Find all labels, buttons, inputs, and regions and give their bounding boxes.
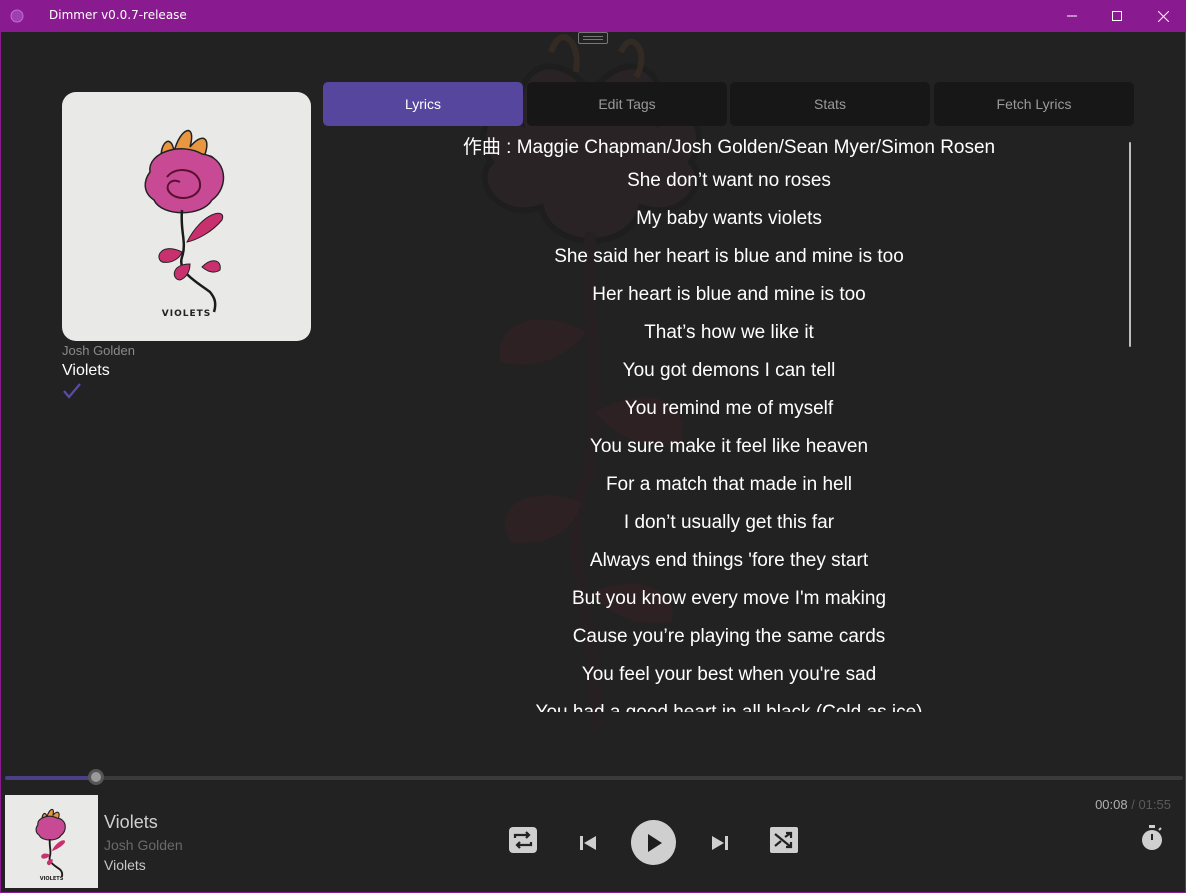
close-button[interactable] bbox=[1140, 0, 1186, 32]
time-display: 00:08 / 01:55 bbox=[1095, 797, 1171, 812]
check-icon bbox=[63, 383, 81, 399]
time-current: 00:08 bbox=[1095, 797, 1128, 812]
play-icon bbox=[647, 833, 662, 852]
lyric-line[interactable]: Always end things 'fore they start bbox=[331, 550, 1127, 572]
album-track-title: Violets bbox=[62, 362, 110, 379]
album-art: VIOLETS bbox=[62, 92, 311, 341]
lyric-line[interactable]: You got demons I can tell bbox=[331, 360, 1127, 382]
now-playing-album[interactable]: Violets bbox=[104, 857, 146, 873]
repeat-icon bbox=[509, 827, 537, 853]
timer-icon bbox=[1142, 825, 1162, 850]
maximize-icon bbox=[1112, 11, 1122, 21]
window-title: Dimmer v0.0.7-release bbox=[49, 8, 187, 22]
progress-thumb[interactable] bbox=[88, 769, 104, 785]
lyric-line[interactable]: But you know every move I'm making bbox=[331, 588, 1127, 610]
minimize-icon bbox=[1067, 15, 1077, 17]
lyric-line[interactable]: You had a good heart in all black (Cold … bbox=[331, 702, 1127, 712]
minimize-button[interactable] bbox=[1049, 0, 1095, 32]
lyric-line[interactable]: For a match that made in hell bbox=[331, 474, 1127, 496]
sleep-timer-button[interactable] bbox=[1138, 823, 1166, 853]
title-bar[interactable]: Dimmer v0.0.7-release bbox=[0, 0, 1186, 32]
lyric-line[interactable]: You remind me of myself bbox=[331, 398, 1127, 420]
lyric-line[interactable]: Her heart is blue and mine is too bbox=[331, 284, 1127, 306]
lyric-line[interactable]: Cause you’re playing the same cards bbox=[331, 626, 1127, 648]
mini-art-label: VIOLETS bbox=[39, 876, 64, 882]
album-artist[interactable]: Josh Golden bbox=[62, 343, 135, 358]
lyric-line[interactable]: That’s how we like it bbox=[331, 322, 1127, 344]
tab-fetch-lyrics[interactable]: Fetch Lyrics bbox=[934, 82, 1134, 126]
progress-fill bbox=[5, 776, 96, 780]
album-art-label: VIOLETS bbox=[161, 309, 212, 319]
time-separator: / bbox=[1127, 797, 1139, 812]
next-button[interactable] bbox=[704, 827, 736, 859]
drag-handle[interactable] bbox=[578, 32, 608, 44]
lyric-line[interactable]: 作曲 : Maggie Chapman/Josh Golden/Sean Mye… bbox=[331, 132, 1127, 159]
time-total: 01:55 bbox=[1138, 797, 1171, 812]
skip-previous-icon bbox=[580, 836, 596, 850]
now-playing-title: Violets bbox=[104, 812, 158, 832]
lyric-line[interactable]: She don’t want no roses bbox=[331, 170, 1127, 192]
play-button[interactable] bbox=[631, 820, 676, 865]
now-playing-artist[interactable]: Josh Golden bbox=[104, 837, 183, 853]
lyrics-scrollbar[interactable] bbox=[1129, 142, 1131, 347]
mini-rose-illustration bbox=[35, 808, 66, 878]
lyric-line[interactable]: You feel your best when you're sad bbox=[331, 664, 1127, 686]
now-playing-art[interactable]: VIOLETS bbox=[5, 795, 98, 888]
previous-button[interactable] bbox=[572, 827, 604, 859]
maximize-button[interactable] bbox=[1094, 0, 1140, 32]
main-window: VIOLETS Josh Golden Violets Lyrics Edit … bbox=[0, 32, 1186, 893]
close-icon bbox=[1157, 10, 1169, 22]
shuffle-icon bbox=[770, 827, 798, 853]
rose-illustration bbox=[144, 129, 225, 313]
skip-next-icon bbox=[712, 836, 728, 850]
repeat-button[interactable] bbox=[504, 821, 542, 859]
progress-bar[interactable] bbox=[5, 776, 1183, 780]
app-icon bbox=[10, 9, 24, 23]
lyric-line[interactable]: I don’t usually get this far bbox=[331, 512, 1127, 534]
tab-lyrics[interactable]: Lyrics bbox=[323, 82, 523, 126]
lyric-line[interactable]: You sure make it feel like heaven bbox=[331, 436, 1127, 458]
lyric-line[interactable]: She said her heart is blue and mine is t… bbox=[331, 246, 1127, 268]
lyrics-panel[interactable]: 作曲 : Maggie Chapman/Josh Golden/Sean Mye… bbox=[331, 130, 1127, 712]
tab-edit-tags[interactable]: Edit Tags bbox=[527, 82, 727, 126]
lyric-line[interactable]: My baby wants violets bbox=[331, 208, 1127, 230]
shuffle-button[interactable] bbox=[765, 821, 803, 859]
tab-stats[interactable]: Stats bbox=[730, 82, 930, 126]
